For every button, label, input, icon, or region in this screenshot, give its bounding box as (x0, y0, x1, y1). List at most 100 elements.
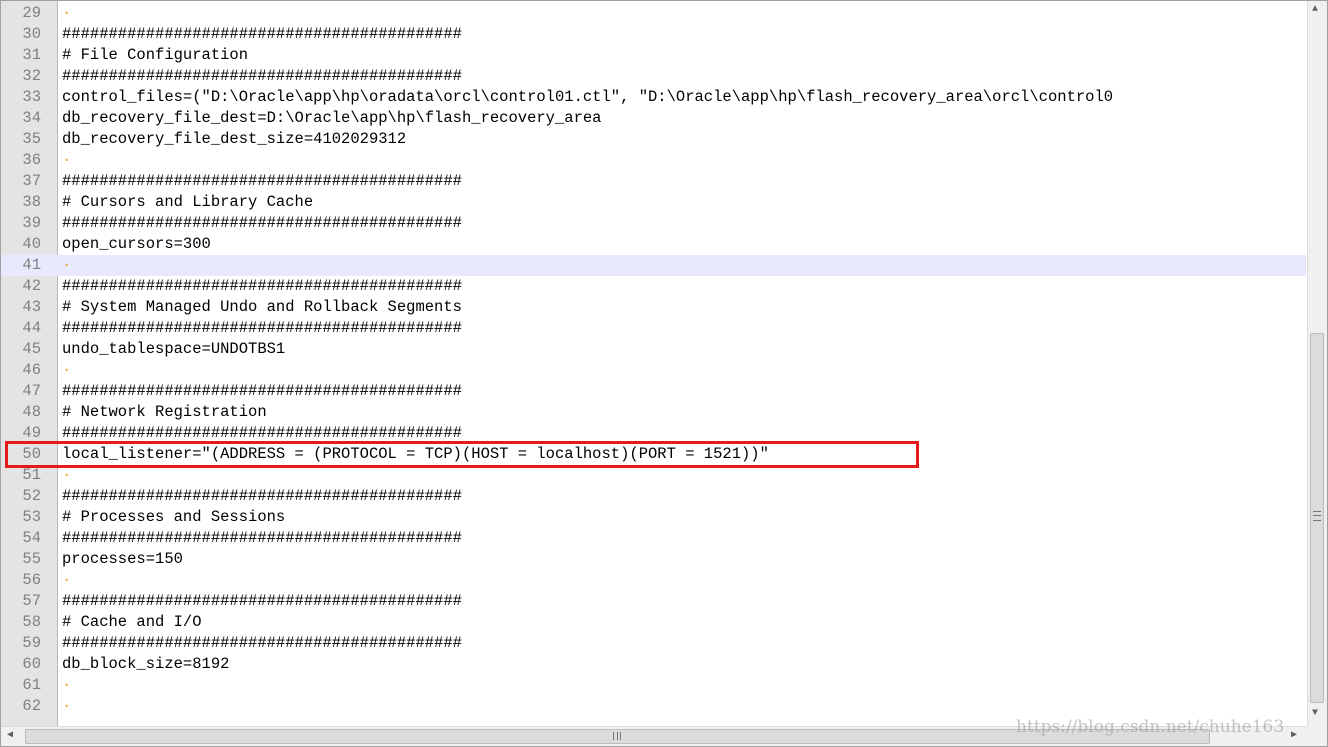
scroll-down-arrow-icon[interactable]: ▼ (1312, 709, 1318, 719)
code-text: db_block_size=8192 (62, 655, 230, 673)
editor-line[interactable]: 34 db_recovery_file_dest=D:\Oracle\app\hp… (1, 108, 1306, 129)
line-number: 56 (22, 571, 41, 589)
line-number: 43 (22, 298, 41, 316)
scroll-up-arrow-icon[interactable]: ▲ (1312, 5, 1318, 15)
line-number: 40 (22, 235, 41, 253)
editor-line[interactable]: 53 # Processes and Sessions (1, 507, 1306, 528)
line-number: 35 (22, 130, 41, 148)
code-text: ########################################… (62, 487, 462, 505)
editor-line[interactable]: 47 ######################################… (1, 381, 1306, 402)
line-number: 38 (22, 193, 41, 211)
code-text: control_files=("D:\Oracle\app\hp\oradata… (62, 88, 1114, 106)
line-number: 61 (22, 676, 41, 694)
code-text: ########################################… (62, 214, 462, 232)
watermark: https://blog.csdn.net/chuhe163 (1016, 717, 1285, 737)
line-number: 30 (22, 25, 41, 43)
scrollbar-corner (1307, 726, 1327, 746)
code-text: db_recovery_file_dest=D:\Oracle\app\hp\f… (62, 109, 602, 127)
line-number: 52 (22, 487, 41, 505)
editor-line[interactable]: 61 · (1, 675, 1306, 696)
highlight-annotation-box (5, 441, 919, 468)
editor-line[interactable]: 30 ######################################… (1, 24, 1306, 45)
editor-line[interactable]: 35 db_recovery_file_dest_size=4102029312 (1, 129, 1306, 150)
editor-line[interactable]: 36 · (1, 150, 1306, 171)
line-number: 60 (22, 655, 41, 673)
line-number: 34 (22, 109, 41, 127)
editor-line[interactable]: 37 ######################################… (1, 171, 1306, 192)
editor-line[interactable]: 45 undo_tablespace=UNDOTBS1 (1, 339, 1306, 360)
line-number: 37 (22, 172, 41, 190)
line-number: 33 (22, 88, 41, 106)
code-text: db_recovery_file_dest_size=4102029312 (62, 130, 407, 148)
whitespace-marker: · (62, 4, 72, 22)
scroll-right-arrow-icon[interactable]: ▶ (1291, 731, 1297, 741)
editor-line[interactable]: 46 · (1, 360, 1306, 381)
line-number: 32 (22, 67, 41, 85)
editor-line[interactable]: 58 # Cache and I/O (1, 612, 1306, 633)
code-text: ########################################… (62, 634, 462, 652)
editor-line[interactable]: 60 db_block_size=8192 (1, 654, 1306, 675)
vertical-scroll-thumb[interactable] (1310, 333, 1324, 703)
editor-line[interactable]: 33 control_files=("D:\Oracle\app\hp\orada… (1, 87, 1306, 108)
code-text: # Cache and I/O (62, 613, 202, 631)
editor-line[interactable]: 43 # System Managed Undo and Rollback Seg… (1, 297, 1306, 318)
code-text: # Cursors and Library Cache (62, 193, 314, 211)
editor-line[interactable]: 59 ######################################… (1, 633, 1306, 654)
code-text: # Processes and Sessions (62, 508, 286, 526)
code-text: ########################################… (62, 529, 462, 547)
code-text: ########################################… (62, 382, 462, 400)
line-number: 44 (22, 319, 41, 337)
whitespace-marker: · (62, 151, 72, 169)
line-number: 41 (22, 256, 41, 274)
line-number: 58 (22, 613, 41, 631)
line-number: 62 (22, 697, 41, 715)
editor-line[interactable]: 56 · (1, 570, 1306, 591)
line-number: 55 (22, 550, 41, 568)
editor-line[interactable]: 52 ######################################… (1, 486, 1306, 507)
vertical-scrollbar[interactable]: ▲ ▼ (1307, 1, 1327, 726)
code-text: ########################################… (62, 172, 462, 190)
editor-line[interactable]: 32 ######################################… (1, 66, 1306, 87)
editor-line[interactable]: 31 # File Configuration (1, 45, 1306, 66)
text-editor-area[interactable]: 29 · 30 ###################################… (1, 1, 1306, 726)
line-number: 59 (22, 634, 41, 652)
editor-line[interactable]: 55 processes=150 (1, 549, 1306, 570)
code-text: # Network Registration (62, 403, 267, 421)
editor-line[interactable]: 41 · (1, 255, 1306, 276)
whitespace-marker: · (62, 256, 72, 274)
editor-line[interactable]: 51 · (1, 465, 1306, 486)
line-number: 47 (22, 382, 41, 400)
code-text: # System Managed Undo and Rollback Segme… (62, 298, 462, 316)
editor-line[interactable]: 40 open_cursors=300 (1, 234, 1306, 255)
code-text: # File Configuration (62, 46, 249, 64)
whitespace-marker: · (62, 361, 72, 379)
editor-window: 29 · 30 ###################################… (0, 0, 1328, 747)
line-number: 36 (22, 151, 41, 169)
editor-line[interactable]: 39 ######################################… (1, 213, 1306, 234)
grip-icon (1313, 511, 1321, 521)
editor-line[interactable]: 48 # Network Registration (1, 402, 1306, 423)
editor-line[interactable]: 54 ######################################… (1, 528, 1306, 549)
code-text: undo_tablespace=UNDOTBS1 (62, 340, 286, 358)
whitespace-marker: · (62, 571, 72, 589)
grip-icon (613, 732, 621, 740)
line-number: 48 (22, 403, 41, 421)
code-text: ########################################… (62, 25, 462, 43)
whitespace-marker: · (62, 697, 72, 715)
code-text: ########################################… (62, 319, 462, 337)
editor-line[interactable]: 29 · (1, 3, 1306, 24)
line-number: 45 (22, 340, 41, 358)
code-text: ########################################… (62, 67, 462, 85)
code-text: ########################################… (62, 277, 462, 295)
whitespace-marker: · (62, 676, 72, 694)
scroll-left-arrow-icon[interactable]: ◀ (7, 731, 13, 741)
editor-line[interactable]: 57 ######################################… (1, 591, 1306, 612)
editor-line[interactable]: 38 # Cursors and Library Cache (1, 192, 1306, 213)
editor-line[interactable]: 62 · (1, 696, 1306, 717)
code-text: ########################################… (62, 592, 462, 610)
line-number: 53 (22, 508, 41, 526)
line-number: 29 (22, 4, 41, 22)
editor-line[interactable]: 42 ######################################… (1, 276, 1306, 297)
editor-line[interactable]: 44 ######################################… (1, 318, 1306, 339)
code-text: processes=150 (62, 550, 183, 568)
